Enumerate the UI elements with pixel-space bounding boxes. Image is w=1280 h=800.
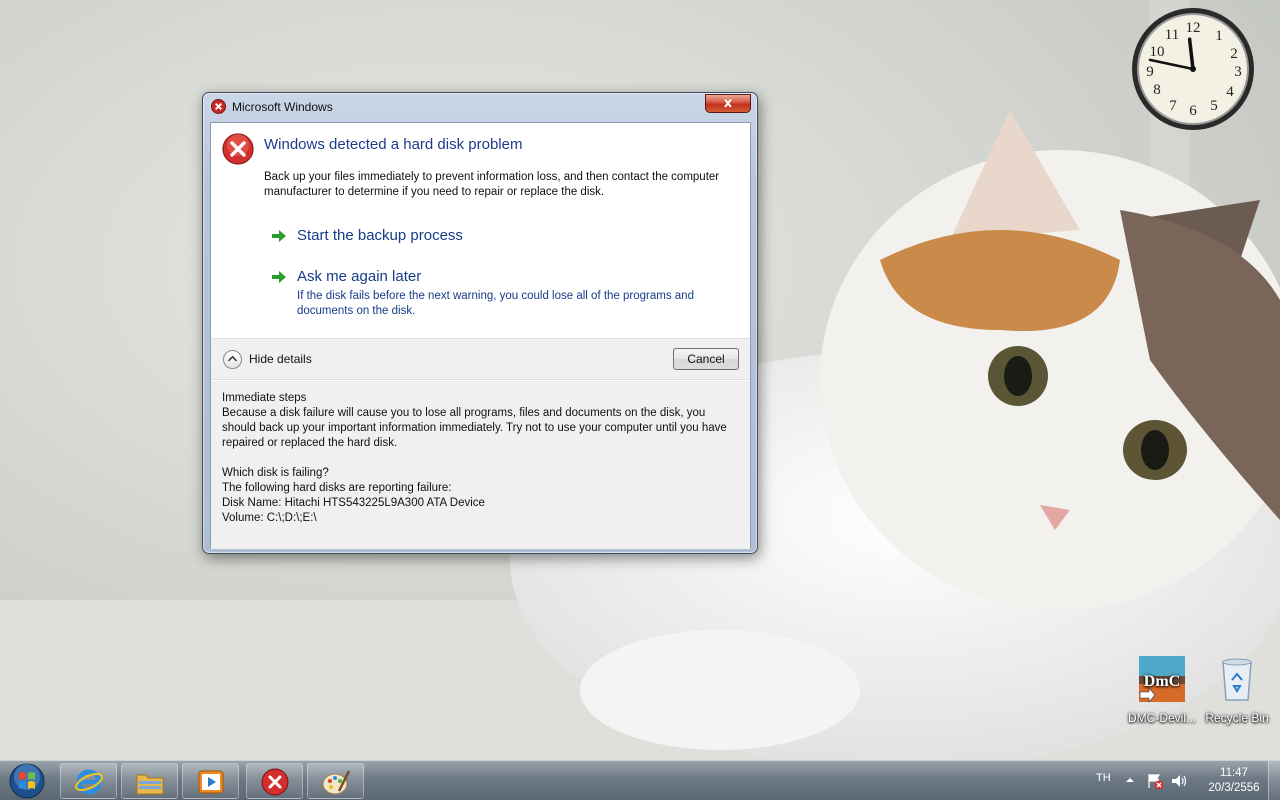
tray-date-text: 20/3/2556: [1208, 782, 1260, 794]
desktop-icon-dmc[interactable]: DmC DMC-Devil...: [1124, 654, 1200, 725]
system-tray: TH 11:47 20/3/2556: [1088, 761, 1280, 800]
clock-gadget[interactable]: 12 12 345 678 9 1011: [1130, 6, 1256, 132]
tray-time-text: 11:47: [1220, 767, 1248, 779]
show-desktop-button[interactable]: [1268, 761, 1280, 800]
details-section-body: Because a disk failure will cause you to…: [222, 407, 727, 449]
start-orb-icon[interactable]: [4, 762, 50, 800]
tray-clock[interactable]: 11:47 20/3/2556: [1200, 766, 1268, 796]
details-text: Immediate steps Because a disk failure w…: [222, 391, 742, 526]
details-section-title: Immediate steps: [222, 392, 307, 404]
details-panel: Immediate steps Because a disk failure w…: [211, 381, 750, 549]
desktop-icon-recycle-bin[interactable]: Recycle Bin: [1199, 654, 1275, 725]
error-window-icon: [261, 768, 289, 796]
desktop-icon-label: Recycle Bin: [1205, 711, 1269, 725]
svg-text:12: 12: [1186, 20, 1201, 36]
main-instruction-area: Windows detected a hard disk problem Bac…: [211, 123, 750, 338]
close-button[interactable]: x: [705, 94, 751, 113]
svg-text:10: 10: [1150, 44, 1165, 60]
language-indicator[interactable]: TH: [1096, 772, 1111, 784]
taskbar: TH 11:47 20/3/2556: [0, 760, 1280, 800]
green-arrow-icon: [272, 271, 286, 283]
svg-text:5: 5: [1210, 98, 1218, 114]
action-center-icon[interactable]: [1146, 772, 1164, 790]
hard-disk-error-dialog: Microsoft Windows x Windows detected a h…: [202, 92, 758, 554]
taskbar-error-window[interactable]: [246, 763, 303, 799]
hide-details-toggle[interactable]: Hide details: [223, 350, 333, 370]
svg-text:1: 1: [1215, 28, 1223, 44]
recycle-bin-icon: [1222, 658, 1252, 701]
dialog-button-bar: Hide details Cancel: [211, 338, 750, 380]
taskbar-internet-explorer[interactable]: [60, 763, 117, 799]
svg-text:4: 4: [1226, 84, 1234, 100]
main-description: Back up your files immediately to preven…: [264, 171, 720, 198]
ask-later-link[interactable]: Ask me again later If the disk fails bef…: [271, 268, 731, 323]
svg-text:DmC: DmC: [1144, 673, 1180, 690]
svg-text:9: 9: [1146, 64, 1154, 80]
internet-explorer-icon: [75, 769, 103, 795]
command-description: If the disk fails before the next warnin…: [297, 290, 694, 317]
taskbar-windows-explorer[interactable]: [121, 763, 178, 799]
dialog-titlebar[interactable]: Microsoft Windows x: [203, 93, 757, 121]
taskbar-paint[interactable]: [307, 763, 364, 799]
windows-explorer-icon: [136, 774, 164, 795]
dialog-title: Microsoft Windows: [232, 100, 333, 114]
error-icon: [222, 133, 254, 165]
details-section-title: Which disk is failing?: [222, 467, 329, 479]
svg-text:2: 2: [1230, 46, 1238, 62]
dmc-game-icon: DmC: [1139, 656, 1185, 703]
green-arrow-icon: [272, 230, 286, 242]
disk-name: Disk Name: Hitachi HTS543225L9A300 ATA D…: [222, 497, 485, 509]
chevron-up-icon: [223, 350, 242, 369]
svg-text:3: 3: [1234, 64, 1242, 80]
show-hidden-icons-icon[interactable]: [1124, 775, 1136, 785]
hide-details-label: Hide details: [249, 352, 312, 366]
cancel-button[interactable]: Cancel: [673, 348, 739, 370]
volume-icon[interactable]: [1170, 772, 1188, 790]
error-small-icon: [211, 99, 226, 114]
paint-icon: [322, 770, 351, 795]
command-label: Ask me again later: [297, 268, 422, 285]
main-heading: Windows detected a hard disk problem: [264, 136, 523, 153]
desktop-icon-label: DMC-Devil...: [1128, 711, 1196, 725]
dialog-content: Windows detected a hard disk problem Bac…: [210, 122, 751, 549]
svg-text:7: 7: [1169, 98, 1177, 114]
disk-volume: Volume: C:\;D:\;E:\: [222, 512, 317, 524]
details-line: The following hard disks are reporting f…: [222, 482, 452, 494]
taskbar-media-player[interactable]: [182, 763, 239, 799]
start-backup-link[interactable]: Start the backup process: [271, 227, 691, 249]
svg-text:8: 8: [1153, 82, 1161, 98]
svg-text:11: 11: [1165, 27, 1179, 43]
svg-text:6: 6: [1189, 103, 1197, 119]
command-label: Start the backup process: [297, 227, 463, 244]
media-player-icon: [198, 770, 224, 794]
